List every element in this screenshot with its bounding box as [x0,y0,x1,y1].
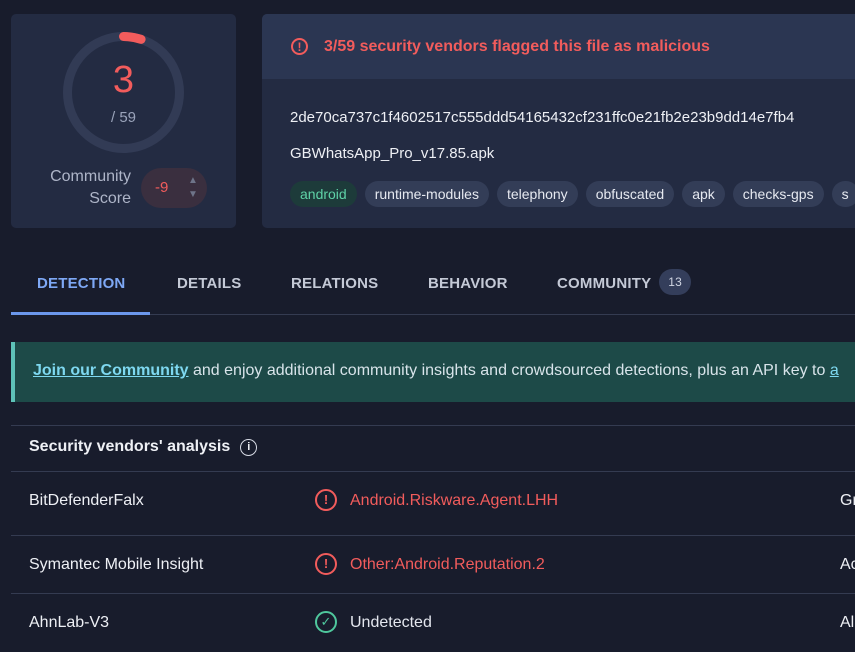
vendor-name: Symantec Mobile Insight [29,556,204,573]
vendors-analysis-title: Security vendors' analysis [29,438,231,455]
community-score-label-line2: Score [89,190,131,207]
detection-result: Other:Android.Reputation.2 [350,556,545,573]
vendors-analysis-section: Security vendors' analysis i BitDefenderF… [11,425,855,633]
banner-text: Join our Community and enjoy additional … [33,362,839,380]
engine-total: / 59 [110,109,137,126]
table-row: BitDefenderFalx ! Android.Riskware.Agent… [11,471,855,530]
tag[interactable]: obfuscated [585,181,675,207]
upvote-icon[interactable]: ▲ [183,174,203,188]
tag[interactable]: s [831,181,855,207]
tag[interactable]: telephony [496,181,578,207]
table-row: Symantec Mobile Insight ! Other:Android.… [11,535,855,594]
tag[interactable]: android [290,181,357,207]
alert-circle-icon: ! [291,38,308,55]
tab-community-label: COMMUNITY [557,275,652,292]
join-community-link[interactable]: Join our Community [33,362,189,379]
detection-count: 3 [112,59,135,101]
table-row: AhnLab-V3 ✓ Undetected Al [11,593,855,652]
tab-relations[interactable]: RELATIONS [291,258,378,313]
community-score-value: -9 [155,179,169,196]
malicious-alert-icon: ! [315,553,337,575]
file-hash[interactable]: 2de70ca737c1f4602517c555ddd54165432cf231… [290,109,794,126]
tab-detection[interactable]: DETECTION [37,258,125,313]
tag[interactable]: runtime-modules [364,181,489,207]
malicious-alert-bar: ! 3/59 security vendors flagged this fil… [262,14,855,79]
community-score-widget: -9 ▲ ▼ [141,168,207,208]
tab-community[interactable]: COMMUNITY 13 [557,258,692,313]
tab-details[interactable]: DETAILS [177,258,241,313]
api-key-link[interactable]: a [830,362,839,379]
info-icon[interactable]: i [240,439,258,456]
malicious-alert-icon: ! [315,489,337,511]
undetected-check-icon: ✓ [315,611,337,633]
file-name: GBWhatsApp_Pro_v17.85.apk [290,145,495,162]
community-count-badge: 13 [659,269,692,296]
tag[interactable]: checks-gps [732,181,824,207]
banner-message: and enjoy additional community insights … [188,362,830,379]
vendors-analysis-heading: Security vendors' analysis i [29,438,258,457]
detection-result: Android.Riskware.Agent.LHH [350,492,559,509]
downvote-icon[interactable]: ▼ [183,188,203,202]
report-tabs: DETECTION DETAILS RELATIONS BEHAVIOR COM… [11,258,855,315]
community-score-label-line1: Community [50,168,131,185]
community-score-label: Community Score [31,166,131,210]
tab-behavior[interactable]: BEHAVIOR [428,258,508,313]
alert-text: 3/59 security vendors flagged this file … [324,38,710,55]
vendor-name-col2: Ac [840,556,855,573]
file-tags: android runtime-modules telephony obfusc… [290,181,855,207]
detection-score-card: 3 / 59 Community Score -9 ▲ ▼ [11,14,236,228]
tag[interactable]: apk [682,181,725,207]
file-info-card: ! 3/59 security vendors flagged this fil… [262,14,855,228]
vendor-name: BitDefenderFalx [29,492,144,509]
community-banner: Join our Community and enjoy additional … [11,342,855,402]
vendor-name-col2: Gr [840,492,855,509]
active-tab-indicator [11,312,150,315]
vote-arrows: ▲ ▼ [183,174,203,202]
